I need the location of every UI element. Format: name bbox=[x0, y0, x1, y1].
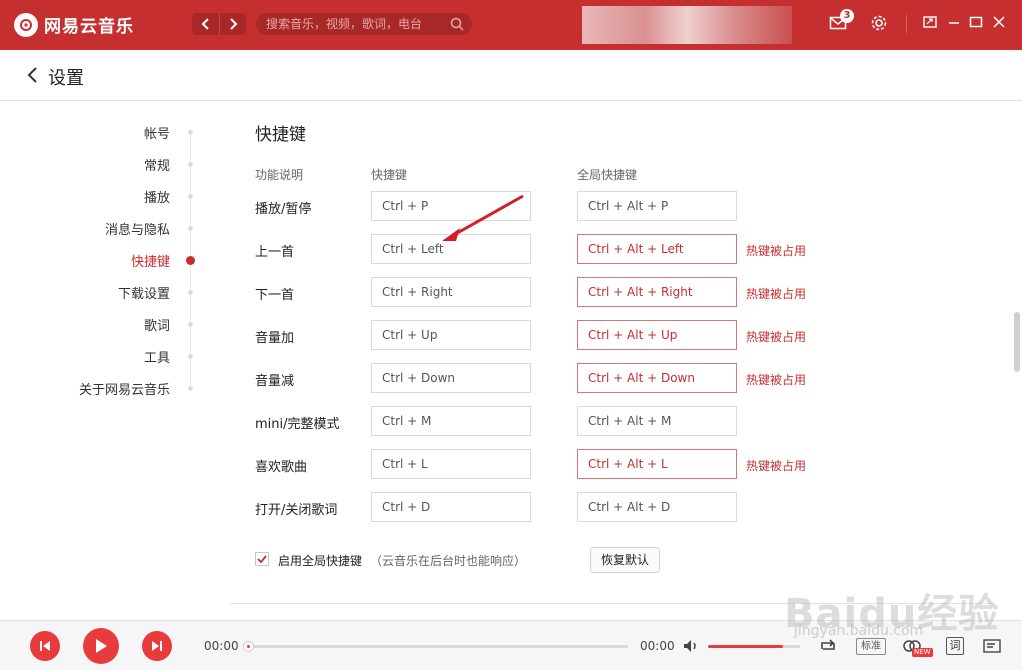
shortcut-label: mini/完整模式 bbox=[255, 417, 340, 432]
play-icon bbox=[96, 639, 107, 653]
mini-mode-icon[interactable] bbox=[922, 14, 938, 30]
sidebar-dot bbox=[188, 290, 193, 295]
quality-button[interactable]: 标准 bbox=[856, 638, 886, 655]
global-shortcut-key-input[interactable]: Ctrl + Alt + M bbox=[577, 406, 737, 436]
progress-bar[interactable] bbox=[248, 645, 628, 648]
netease-logo-icon bbox=[14, 12, 38, 37]
next-button[interactable] bbox=[142, 631, 172, 661]
shortcut-key-input[interactable]: Ctrl + D bbox=[371, 492, 531, 522]
sidebar-dot bbox=[188, 162, 193, 167]
watermark-subtext: jingyan.baidu.com bbox=[794, 623, 924, 639]
global-shortcut-key-input[interactable]: Ctrl + Alt + D bbox=[577, 492, 737, 522]
global-shortcut-key-input[interactable]: Ctrl + Alt + P bbox=[577, 191, 737, 221]
sidebar-dot bbox=[188, 322, 193, 327]
chevron-left-icon bbox=[201, 18, 209, 30]
previous-icon bbox=[40, 641, 50, 651]
user-info-blurred[interactable] bbox=[582, 6, 792, 44]
back-icon[interactable] bbox=[26, 65, 40, 85]
sidebar-item-3[interactable]: 消息与隐私 bbox=[0, 219, 170, 238]
section-title: 快捷键 bbox=[255, 125, 306, 145]
sidebar-item-5[interactable]: 下载设置 bbox=[0, 283, 170, 302]
sidebar-dot bbox=[188, 226, 193, 231]
sidebar-dot bbox=[186, 256, 195, 265]
current-time: 00:00 bbox=[204, 639, 239, 653]
new-tag: NEW bbox=[912, 648, 933, 657]
global-shortcut-key-input[interactable]: Ctrl + Alt + Down bbox=[577, 363, 737, 393]
volume-level bbox=[708, 645, 784, 648]
app-logo[interactable]: 网易云音乐 bbox=[14, 12, 134, 37]
shortcut-key-input[interactable]: Ctrl + Up bbox=[371, 320, 531, 350]
enable-global-hint: （云音乐在后台时也能响应） bbox=[370, 554, 527, 568]
minimize-icon[interactable] bbox=[946, 14, 962, 30]
column-header-function: 功能说明 bbox=[255, 168, 304, 182]
shortcut-label: 上一首 bbox=[255, 245, 295, 260]
settings-header: 设置 bbox=[0, 50, 1022, 101]
next-icon bbox=[152, 641, 162, 651]
column-header-global: 全局快捷键 bbox=[577, 168, 638, 182]
enable-global-checkbox[interactable] bbox=[255, 552, 269, 566]
playlist-icon[interactable] bbox=[982, 637, 1002, 655]
global-shortcut-key-input[interactable]: Ctrl + Alt + L bbox=[577, 449, 737, 479]
hotkey-conflict-warning: 热键被占用 bbox=[746, 287, 807, 301]
sidebar-dot bbox=[188, 354, 193, 359]
total-time: 00:00 bbox=[640, 639, 675, 653]
shortcut-label: 播放/暂停 bbox=[255, 202, 312, 217]
column-header-shortcut: 快捷键 bbox=[371, 168, 408, 182]
global-shortcut-key-input[interactable]: Ctrl + Alt + Up bbox=[577, 320, 737, 350]
enable-global-label[interactable]: 启用全局快捷键 bbox=[278, 552, 362, 569]
page-title: 设置 bbox=[48, 68, 84, 89]
volume-icon[interactable] bbox=[682, 637, 700, 655]
shortcut-label: 音量减 bbox=[255, 374, 295, 389]
app-name: 网易云音乐 bbox=[44, 17, 134, 37]
volume-slider[interactable] bbox=[708, 645, 800, 648]
search-box bbox=[256, 13, 472, 35]
sidebar-dot bbox=[188, 194, 193, 199]
shortcut-key-input[interactable]: Ctrl + Right bbox=[371, 277, 531, 307]
history-nav bbox=[192, 13, 246, 35]
progress-knob[interactable] bbox=[243, 641, 254, 652]
title-bar: 网易云音乐 3 bbox=[0, 0, 1022, 50]
sidebar-item-1[interactable]: 常规 bbox=[0, 155, 170, 174]
play-button[interactable] bbox=[83, 628, 119, 664]
global-shortcut-key-input[interactable]: Ctrl + Alt + Left bbox=[577, 234, 737, 264]
scrollbar-thumb[interactable] bbox=[1014, 312, 1020, 372]
back-history-button[interactable] bbox=[192, 13, 219, 35]
search-icon[interactable] bbox=[450, 17, 464, 31]
checkmark-icon bbox=[257, 555, 267, 564]
shortcut-key-input[interactable]: Ctrl + Down bbox=[371, 363, 531, 393]
shortcut-label: 打开/关闭歌词 bbox=[255, 503, 338, 518]
search-input[interactable] bbox=[256, 13, 472, 35]
gear-icon[interactable] bbox=[870, 14, 888, 32]
shortcut-key-input[interactable]: Ctrl + M bbox=[371, 406, 531, 436]
sidebar-dot bbox=[188, 386, 193, 391]
hotkey-conflict-warning: 热键被占用 bbox=[746, 459, 807, 473]
shortcut-key-input[interactable]: Ctrl + L bbox=[371, 449, 531, 479]
message-count-badge: 3 bbox=[840, 9, 854, 23]
sidebar-item-8[interactable]: 关于网易云音乐 bbox=[0, 379, 170, 398]
restore-default-button[interactable]: 恢复默认 bbox=[590, 547, 660, 573]
shortcut-label: 喜欢歌曲 bbox=[255, 460, 308, 475]
global-shortcut-key-input[interactable]: Ctrl + Alt + Right bbox=[577, 277, 737, 307]
close-icon[interactable] bbox=[991, 14, 1007, 30]
sidebar-item-0[interactable]: 帐号 bbox=[0, 123, 170, 142]
sidebar-item-6[interactable]: 歌词 bbox=[0, 315, 170, 334]
shortcut-label: 音量加 bbox=[255, 331, 295, 346]
sidebar-dot bbox=[188, 130, 193, 135]
sidebar-item-2[interactable]: 播放 bbox=[0, 187, 170, 206]
loop-icon[interactable] bbox=[818, 637, 838, 655]
shortcut-label: 下一首 bbox=[255, 288, 295, 303]
maximize-icon[interactable] bbox=[968, 14, 984, 30]
sidebar-item-4[interactable]: 快捷键 bbox=[0, 251, 170, 270]
hotkey-conflict-warning: 热键被占用 bbox=[746, 330, 807, 344]
forward-history-button[interactable] bbox=[219, 13, 246, 35]
annotation-arrow-icon bbox=[442, 194, 524, 241]
lyric-button[interactable]: 词 bbox=[946, 637, 964, 655]
previous-button[interactable] bbox=[30, 631, 60, 661]
hotkey-conflict-warning: 热键被占用 bbox=[746, 244, 807, 258]
chevron-right-icon bbox=[230, 18, 238, 30]
titlebar-separator bbox=[906, 15, 907, 33]
sidebar-item-7[interactable]: 工具 bbox=[0, 347, 170, 366]
hotkey-conflict-warning: 热键被占用 bbox=[746, 373, 807, 387]
